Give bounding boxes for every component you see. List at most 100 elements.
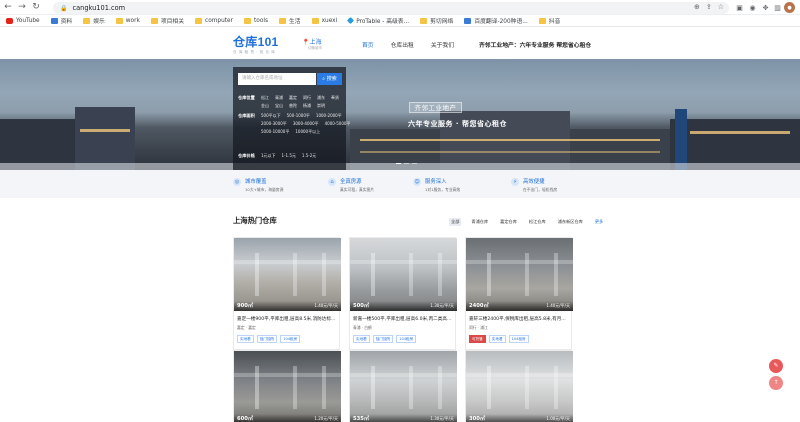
filter-option[interactable]: 10000平以上 [295,129,320,135]
nav-home[interactable]: 首页 [362,40,374,49]
filter-option-row: 金山 宝山 普陀 杨浦 崇明 [261,103,331,109]
back-to-top-button[interactable]: ↑ [769,376,783,390]
city-selector[interactable]: 📍上海 切换城市 [302,37,322,51]
forward-icon[interactable]: → [16,1,28,13]
bookmark-item[interactable]: 百度翻译-200种语... [464,16,528,25]
location-icon: ◎ [233,178,241,186]
filter-option[interactable]: 浦东 [317,95,325,101]
warehouse-photo[interactable]: 500㎡ 1.30元/平/天 [350,238,457,311]
feature-item: ⌂ 全真房源 真实可租，真实图片 [328,177,374,193]
avatar[interactable]: ● [784,2,795,13]
filter-option-row: 2000-3000平 3000-4000平 4000-5000平 [261,121,356,127]
nav-about[interactable]: 关于我们 [431,40,454,49]
sidebar-icon[interactable]: ▥ [772,2,783,13]
browser-toolbar: ← → ↻ 🔒 cangku101.com ⊕ ⇪ ☆ ▣ ◉ ✥ ▥ ● [0,0,800,15]
filter-option[interactable]: 杨浦 [303,103,311,109]
nav-warehouse-rent[interactable]: 仓库出租 [391,40,414,49]
warehouse-card[interactable]: 900㎡ 1.40元/平/天嘉定一楼900平,平库出租,层高8.5米,消防达标..… [233,237,341,350]
warehouse-price: 1.40元/平/天 [314,303,338,308]
warehouse-price: 1.30元/平/天 [430,303,454,308]
carousel-dots[interactable] [396,163,417,165]
filter-option[interactable]: 2000-3000平 [261,121,287,127]
warehouse-photo[interactable]: 2400㎡ 1.40元/平/天 [466,238,573,311]
filter-option[interactable]: 金山 [261,103,269,109]
back-icon[interactable]: ← [2,1,14,13]
filter-option-row: 500平以下 500-1000平 1000-2000平 [261,113,348,119]
warehouse-photo[interactable]: 300㎡ 1.00元/平/天 [466,351,573,422]
warehouse-card[interactable]: 600㎡ 1.20元/平/天 [233,350,341,422]
chat-float-button[interactable]: ✎ [769,359,783,373]
bookmark-item[interactable]: computer [195,17,233,24]
bookmark-item[interactable]: tools [244,17,268,24]
warehouse-title[interactable]: 新嘉一楼500平,平库出租,层高6.0米,丙二类高... [353,316,452,322]
bookmark-star-icon[interactable]: ☆ [718,3,724,11]
filter-option[interactable]: 500-1000平 [287,113,310,119]
filter-option[interactable]: 奉贤 [331,95,339,101]
filter-option[interactable]: 松江 [261,95,269,101]
reload-icon[interactable]: ↻ [30,1,42,13]
more-link[interactable]: 更多 [593,218,605,226]
warehouse-area: 900㎡ [237,303,254,309]
filter-option[interactable]: 嘉定 [289,95,297,101]
filter-option[interactable]: 1000-2000平 [316,113,342,119]
filter-option[interactable]: 宝山 [275,103,283,109]
bookmark-item[interactable]: YouTube [6,17,40,24]
address-bar[interactable]: 🔒 cangku101.com ⊕ ⇪ ☆ [53,2,729,14]
warehouse-photo[interactable]: 600㎡ 1.20元/平/天 [234,351,341,422]
bookmark-item[interactable]: 项目相关 [150,16,184,25]
carousel-dot[interactable] [396,163,401,165]
filter-option[interactable]: 5000-10000平 [261,129,289,135]
bookmark-item[interactable]: ProTable - 高级表... [347,16,409,25]
bookmark-item[interactable]: 抖音 [538,16,561,25]
warehouse-tag: 104租房 [280,335,301,343]
filter-tab[interactable]: 嘉定仓库 [498,218,519,226]
warehouse-title[interactable]: 嘉轩三楼2400平,保税库出租,层高5.8米,有月... [469,316,568,322]
warehouse-card[interactable]: 500㎡ 1.30元/平/天新嘉一楼500平,平库出租,层高6.0米,丙二类高..… [349,237,457,350]
warehouse-card[interactable]: 2400㎡ 1.40元/平/天嘉轩三楼2400平,保税库出租,层高5.8米,有月.… [465,237,573,350]
filter-option[interactable]: 青浦 [275,95,283,101]
filter-option[interactable]: 3000-4000平 [293,121,319,127]
logo-text: 仓库101 [233,35,279,49]
filter-option[interactable]: 普陀 [289,103,297,109]
carousel-dot[interactable] [412,163,417,165]
bookmark-item[interactable]: 娱乐 [83,16,105,25]
search-button[interactable]: ⌕ 搜索 [317,73,342,85]
extension-icon[interactable]: ◉ [747,2,758,13]
bookmark-item[interactable]: work [115,17,140,24]
carousel-dot[interactable] [404,163,409,165]
filter-option[interactable]: 1-1.5元 [282,153,296,159]
warehouse-photo[interactable]: 900㎡ 1.40元/平/天 [234,238,341,311]
filter-option[interactable]: 1.5-2元 [302,153,316,159]
filter-tab[interactable]: 浦东新区仓库 [556,218,585,226]
filter-tab[interactable]: 全部 [449,218,462,226]
bookmark-label: 抖音 [548,19,561,25]
puzzle-icon[interactable]: ✥ [760,2,771,13]
filter-option[interactable]: 闵行 [303,95,311,101]
url-text[interactable]: cangku101.com [72,4,125,12]
filter-option[interactable]: 4000-5000平 [325,121,351,127]
zoom-icon[interactable]: ⊕ [694,3,700,11]
site-logo[interactable]: 仓库101 仓 库 租 赁 · 找 仓 库 [233,33,279,55]
extension-icon[interactable]: ▣ [734,2,745,13]
hero-banner[interactable]: 请输入仓库名或地址 ⌕ 搜索 仓库位置 松江 青浦 嘉定 闵行 浦东 奉贤 金山 宝山 普陀 杨浦崇… [0,59,800,170]
filter-tab[interactable]: 松江仓库 [527,218,548,226]
main-nav: 首页 仓库出租 关于我们 [362,40,471,49]
warehouse-card[interactable]: 535㎡ 1.30元/平/天 [349,350,457,422]
bookmark-item[interactable]: xuexi [311,17,337,24]
filter-option[interactable]: 500平以下 [261,113,281,119]
filter-option[interactable]: 1元以下 [261,153,276,159]
warehouse-title[interactable]: 嘉定一楼900平,平库出租,层高8.5米,消防达标... [237,316,336,322]
bookmark-item[interactable]: 剪切网络 [420,16,453,25]
warehouse-card[interactable]: 300㎡ 1.00元/平/天 [465,350,573,422]
search-input[interactable]: 请输入仓库名或地址 [238,73,316,85]
share-icon[interactable]: ⇪ [706,3,712,11]
feature-title: 全真房源 [340,179,362,185]
bookmark-item[interactable]: 生活 [279,16,301,25]
bookmark-item[interactable]: 资料 [50,16,72,25]
filter-option[interactable]: 崇明 [317,103,325,109]
filter-group-label: 仓库价格 [238,153,255,158]
filter-tab[interactable]: 青浦仓库 [469,218,490,226]
protable-icon [347,16,355,25]
filter-option-row: 1元以下 1-1.5元 1.5-2元 [261,153,322,159]
warehouse-photo[interactable]: 535㎡ 1.30元/平/天 [350,351,457,422]
